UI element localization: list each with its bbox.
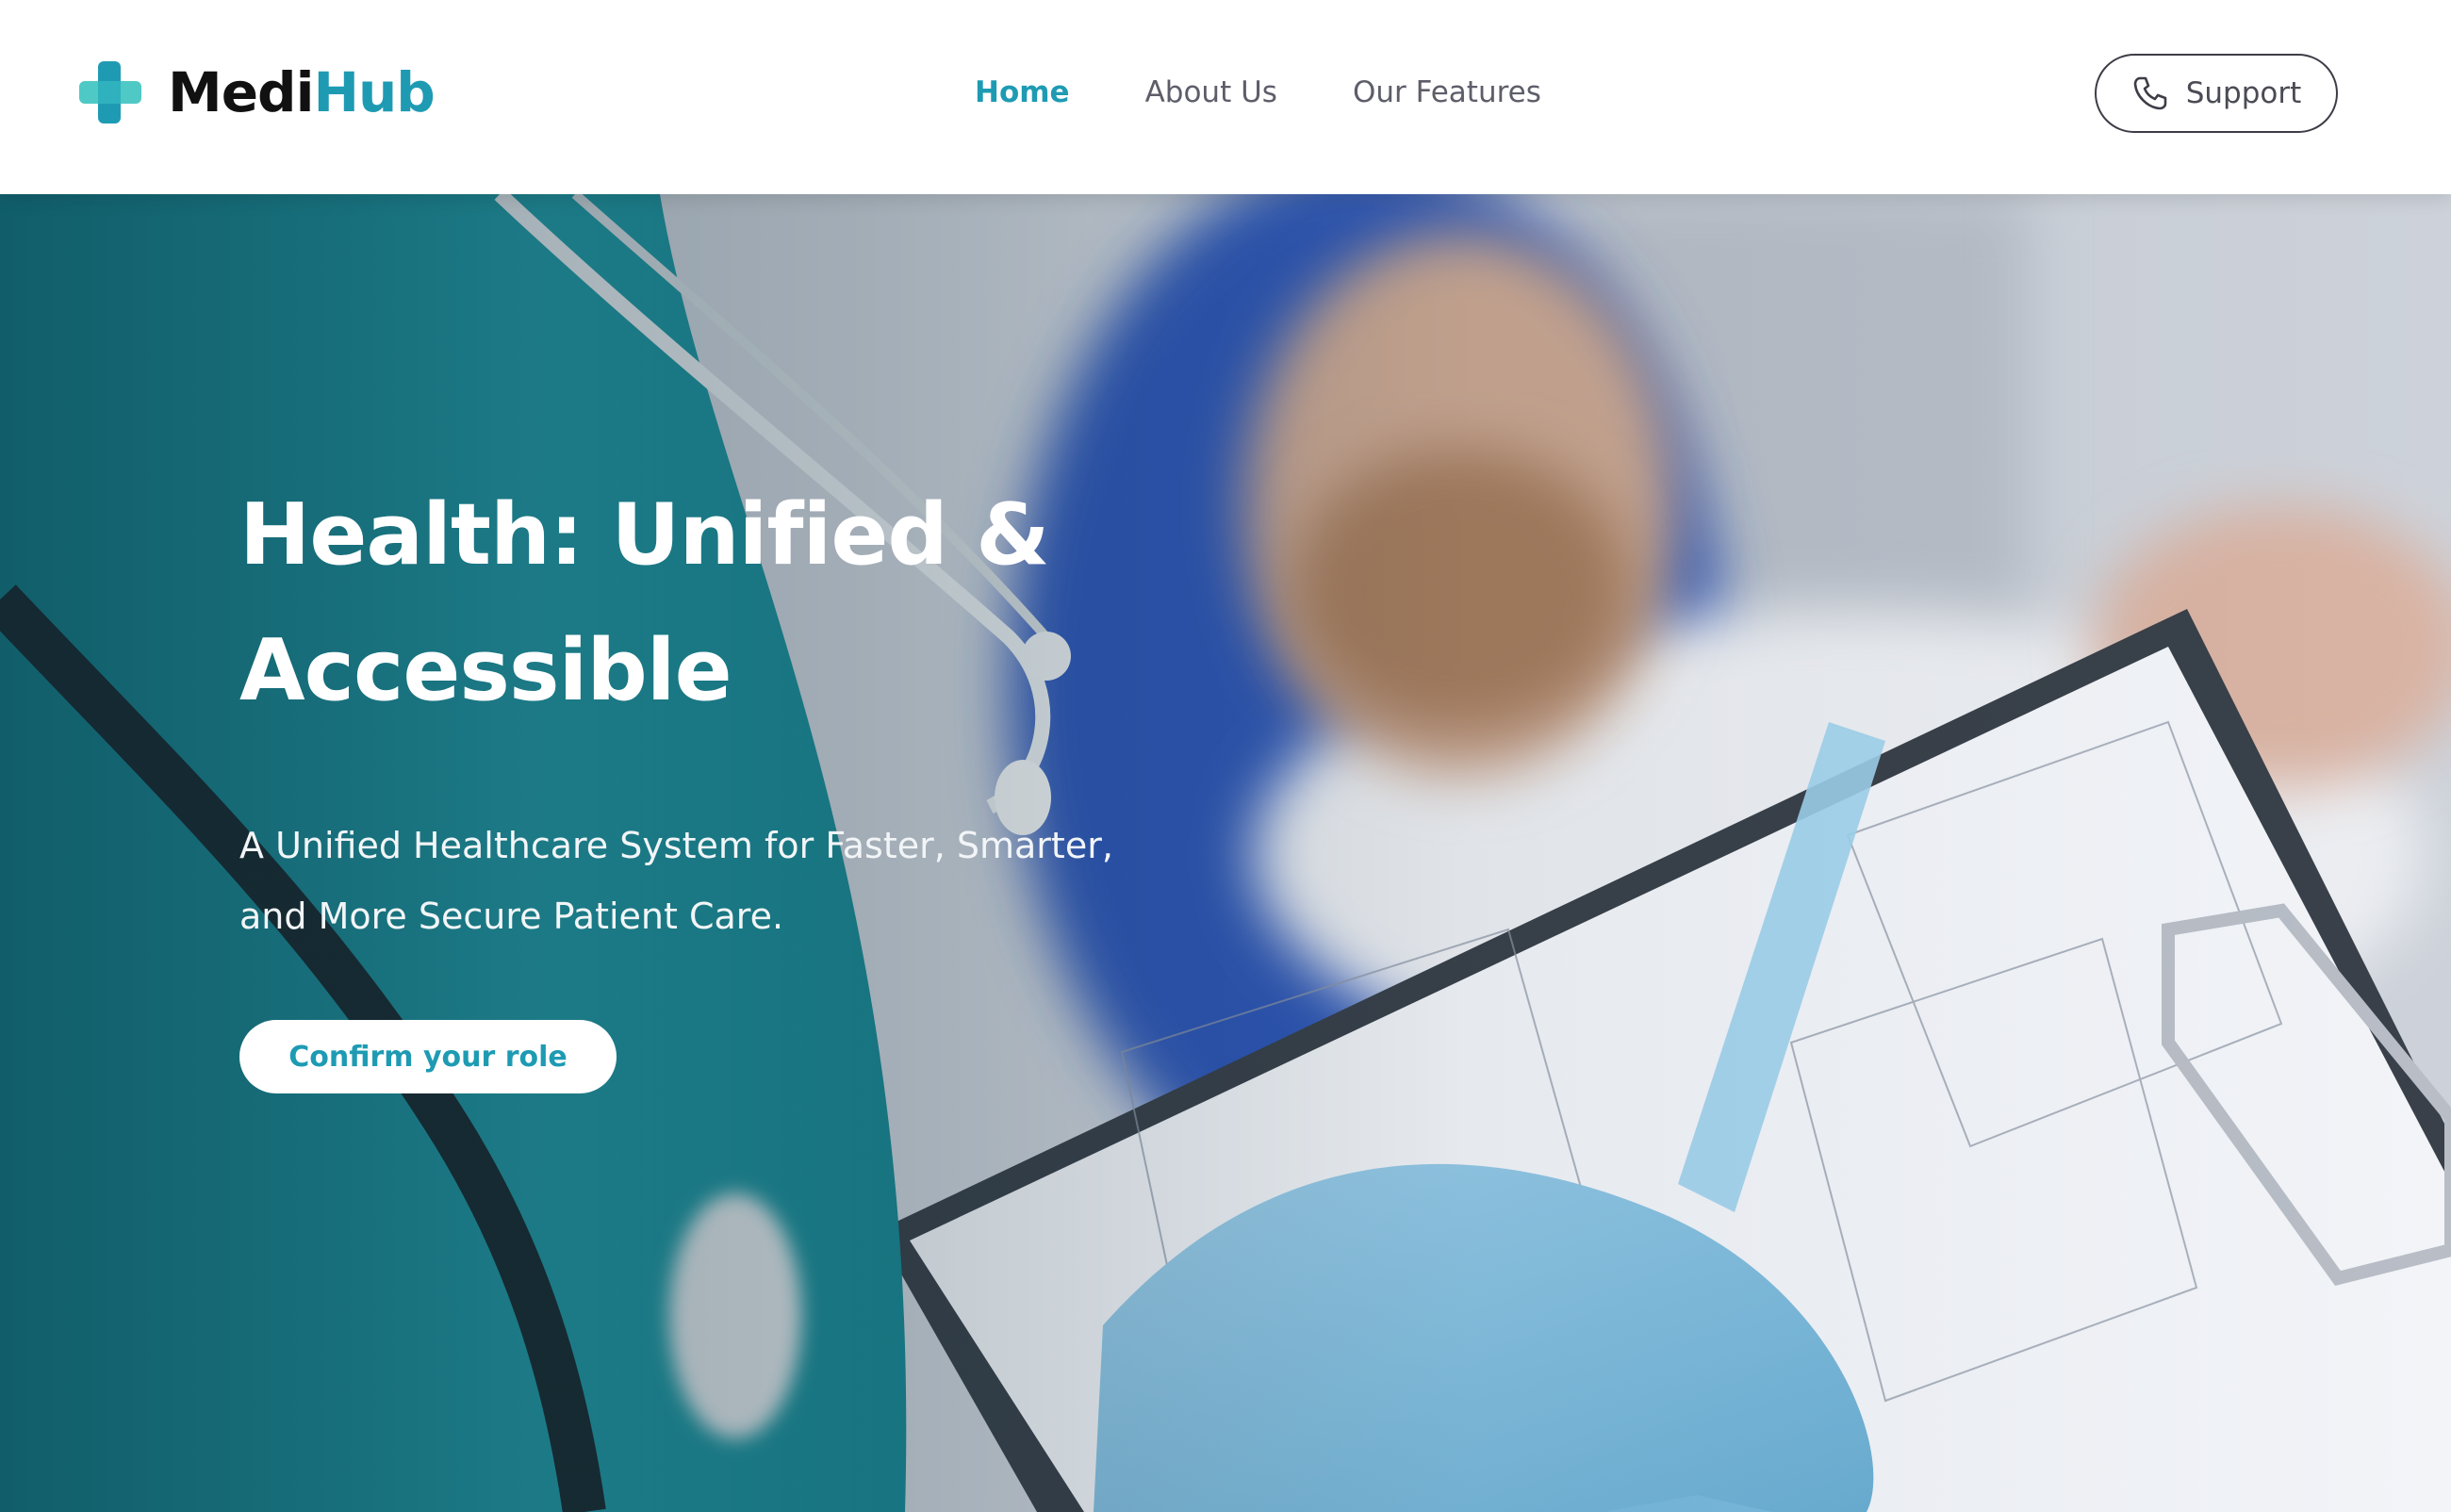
hero-title-line1: Health: Unified & [239,485,1050,584]
hero-title: Health: Unified & Accessible [239,468,1276,739]
brand-name-primary: Medi [168,60,314,124]
hero-subtitle: A Unified Healthcare System for Faster, … [239,825,1113,937]
medical-cross-icon [79,61,141,123]
support-button[interactable]: Support [2095,54,2338,133]
hero-title-line2: Accessible [239,621,732,720]
phone-icon [2133,76,2167,110]
main-nav: Home About Us Our Features [975,66,1541,119]
brand-name: MediHub [168,65,436,120]
confirm-role-button[interactable]: Confirm your role [239,1020,617,1093]
brand-name-accent: Hub [313,60,435,124]
nav-link-about-us[interactable]: About Us [1145,66,1277,119]
top-navbar: MediHub Home About Us Our Features Suppo… [0,0,2451,194]
support-label: Support [2185,76,2302,110]
nav-link-home[interactable]: Home [975,66,1070,119]
hero-content: Health: Unified & Accessible A Unified H… [239,468,1276,1093]
brand[interactable]: MediHub [77,58,436,126]
nav-link-our-features[interactable]: Our Features [1353,66,1541,119]
hero-section: Health: Unified & Accessible A Unified H… [0,194,2451,1512]
